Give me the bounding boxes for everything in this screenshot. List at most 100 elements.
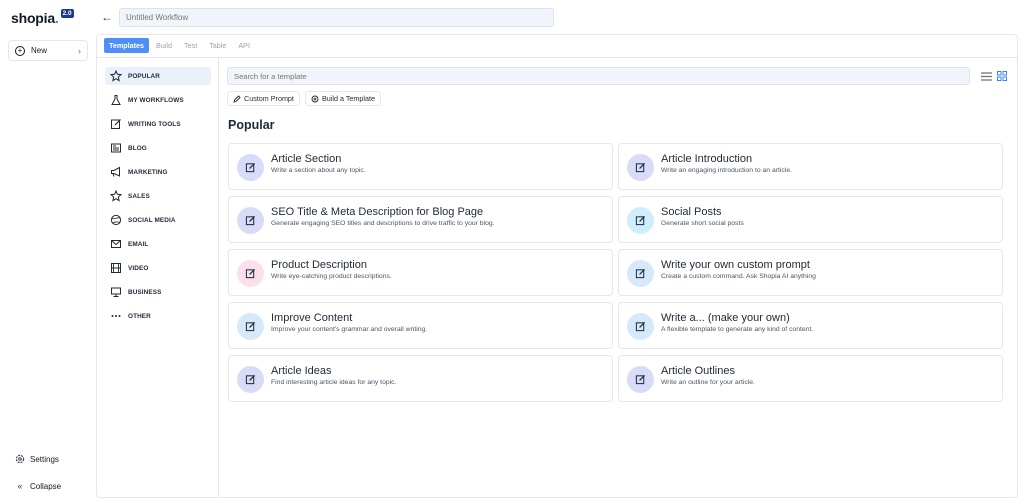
grid-view-icon[interactable]	[996, 70, 1008, 82]
category-label: MY WORKFLOWS	[128, 96, 184, 104]
tab-build[interactable]: Build	[151, 38, 177, 53]
tab-api[interactable]: API	[233, 38, 255, 53]
template-title: Social Posts	[661, 206, 722, 218]
tab-templates[interactable]: Templates	[104, 38, 150, 53]
category-business[interactable]: BUSINESS	[105, 283, 211, 301]
category-label: SOCIAL MEDIA	[128, 216, 176, 224]
template-description: Find interesting article ideas for any t…	[271, 379, 397, 386]
category-label: OTHER	[128, 312, 151, 320]
template-card[interactable]: Social Posts Generate short social posts	[618, 196, 1003, 243]
category-label: MARKETING	[128, 168, 168, 176]
template-title: Improve Content	[271, 312, 353, 324]
category-my-workflows[interactable]: MY WORKFLOWS	[105, 91, 211, 109]
edit-icon	[237, 260, 264, 287]
template-description: Write a section about any topic.	[271, 167, 366, 174]
gear-icon	[14, 454, 26, 464]
settings-button[interactable]: Settings	[14, 454, 59, 464]
collapse-button[interactable]: « Collapse	[14, 481, 61, 491]
film-icon	[110, 262, 122, 274]
template-title: SEO Title & Meta Description for Blog Pa…	[271, 206, 484, 218]
template-description: Write eye-catching product descriptions.	[271, 273, 392, 280]
category-label: BUSINESS	[128, 288, 162, 296]
chevron-right-icon: ›	[78, 45, 81, 56]
template-card[interactable]: Article Introduction Write an engaging in…	[618, 143, 1003, 190]
logo-text: shopia	[11, 10, 55, 26]
build-template-button[interactable]: Build a Template	[305, 91, 382, 106]
template-card[interactable]: Improve Content Improve your content's gr…	[228, 302, 613, 349]
category-writing-tools[interactable]: WRITING TOOLS	[105, 115, 211, 133]
template-search-input[interactable]	[227, 67, 970, 85]
edit-icon	[627, 366, 654, 393]
app-sidebar: shopia. 2.0 + New › Settings « Collapse	[0, 0, 96, 504]
category-popular[interactable]: POPULAR	[105, 67, 211, 85]
template-title: Write a... (make your own)	[661, 312, 790, 324]
tab-bar: Templates Build Test Table API	[104, 38, 257, 53]
template-card[interactable]: Write your own custom prompt Create a cus…	[618, 249, 1003, 296]
category-label: WRITING TOOLS	[128, 120, 181, 128]
category-other[interactable]: OTHER	[105, 307, 211, 325]
back-arrow-icon[interactable]: ←	[101, 10, 113, 24]
collapse-label: Collapse	[30, 481, 62, 491]
workflow-name-input[interactable]	[119, 8, 554, 27]
template-card[interactable]: Article Outlines Write an outline for you…	[618, 355, 1003, 402]
star-icon	[110, 190, 122, 202]
plus-circle-icon: +	[15, 45, 25, 56]
edit-icon	[237, 313, 264, 340]
edit-icon	[627, 207, 654, 234]
edit-icon	[237, 154, 264, 181]
new-button[interactable]: + New ›	[8, 40, 88, 61]
template-card[interactable]: Article Ideas Find interesting article id…	[228, 355, 613, 402]
flask-icon	[110, 94, 122, 106]
edit-icon	[627, 154, 654, 181]
custom-prompt-label: Custom Prompt	[244, 94, 294, 103]
mail-icon	[110, 238, 122, 250]
template-description: Write an engaging introduction to an art…	[661, 167, 792, 174]
new-button-label: New	[31, 46, 48, 55]
monitor-icon	[110, 286, 122, 298]
category-label: EMAIL	[128, 240, 149, 248]
list-view-icon[interactable]	[980, 70, 992, 82]
edit-icon	[627, 313, 654, 340]
version-badge: 2.0	[60, 9, 74, 18]
template-title: Article Section	[271, 153, 342, 165]
gear-icon	[311, 95, 319, 103]
template-title: Article Introduction	[661, 153, 753, 165]
template-card[interactable]: Article Section Write a section about any…	[228, 143, 613, 190]
template-title: Article Outlines	[661, 365, 735, 377]
category-sidebar: POPULAR MY WORKFLOWS WRITING TOOLS BLOG …	[97, 58, 219, 497]
tab-table[interactable]: Table	[204, 38, 231, 53]
category-blog[interactable]: BLOG	[105, 139, 211, 157]
tab-divider	[97, 57, 1017, 58]
globe-icon	[110, 214, 122, 226]
build-template-label: Build a Template	[322, 94, 376, 103]
template-title: Product Description	[271, 259, 367, 271]
category-social-media[interactable]: SOCIAL MEDIA	[105, 211, 211, 229]
logo[interactable]: shopia. 2.0	[11, 9, 74, 26]
edit-icon	[237, 366, 264, 393]
category-label: VIDEO	[128, 264, 149, 272]
template-description: Improve your content's grammar and overa…	[271, 326, 428, 333]
category-email[interactable]: EMAIL	[105, 235, 211, 253]
star-icon	[110, 70, 122, 82]
tab-test[interactable]: Test	[179, 38, 202, 53]
megaphone-icon	[110, 166, 122, 178]
category-label: POPULAR	[128, 72, 160, 80]
pencil-icon	[233, 94, 241, 103]
template-title: Write your own custom prompt	[661, 259, 810, 271]
template-description: Write an outline for your article.	[661, 379, 755, 386]
template-description: Generate short social posts	[661, 220, 744, 227]
category-marketing[interactable]: MARKETING	[105, 163, 211, 181]
template-card[interactable]: Write a... (make your own) A flexible tem…	[618, 302, 1003, 349]
template-card[interactable]: SEO Title & Meta Description for Blog Pa…	[228, 196, 613, 243]
category-sales[interactable]: SALES	[105, 187, 211, 205]
section-title: Popular	[228, 118, 275, 132]
category-video[interactable]: VIDEO	[105, 259, 211, 277]
template-description: Generate engaging SEO titles and descrip…	[271, 220, 495, 227]
custom-prompt-button[interactable]: Custom Prompt	[227, 91, 300, 106]
template-description: Create a custom command. Ask Shopia AI a…	[661, 273, 816, 280]
template-card[interactable]: Product Description Write eye-catching pr…	[228, 249, 613, 296]
settings-label: Settings	[30, 454, 59, 464]
newspaper-icon	[110, 142, 122, 154]
template-description: A flexible template to generate any kind…	[661, 326, 814, 333]
edit-icon	[627, 260, 654, 287]
